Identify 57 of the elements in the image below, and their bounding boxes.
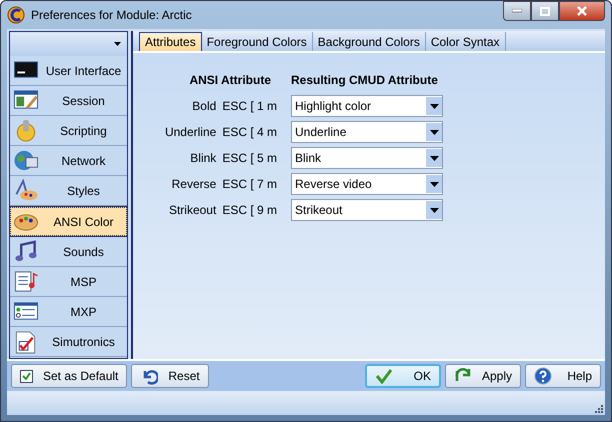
category-icon: [13, 270, 39, 294]
escape-code: ESC [ 4 m: [222, 125, 277, 139]
tab[interactable]: Attributes: [139, 32, 202, 51]
dropdown-caret-icon[interactable]: [114, 42, 121, 46]
resize-grip-icon[interactable]: [595, 405, 603, 413]
column-header: Resulting CMUD Attribute: [291, 73, 439, 87]
sidebar-item[interactable]: Session: [10, 86, 127, 116]
maximize-button[interactable]: [531, 1, 559, 21]
sidebar-item[interactable]: Simutronics: [10, 327, 127, 357]
apply-button[interactable]: Apply: [444, 364, 521, 388]
escape-code: ESC [ 5 m: [222, 151, 277, 165]
attribute-label: Bold: [192, 99, 216, 113]
minimize-icon: [512, 9, 522, 13]
sidebar-item[interactable]: Network: [10, 146, 127, 176]
attribute-label: Reverse: [172, 177, 216, 191]
sidebar-item[interactable]: Sounds: [10, 237, 127, 267]
attribute-label: Blink: [190, 151, 216, 165]
attribute-dropdown[interactable]: Highlight color: [291, 95, 443, 117]
dropdown-arrow-icon: [430, 156, 438, 160]
checkmark-icon: [374, 367, 393, 385]
set-default-button[interactable]: Set as Default: [11, 364, 128, 388]
dropdown-arrow-icon: [430, 208, 438, 212]
attribute-label: Underline: [164, 125, 216, 139]
minimize-button[interactable]: [503, 1, 531, 21]
close-icon: [576, 6, 588, 16]
ok-button[interactable]: OK: [364, 364, 441, 388]
sidebar-item[interactable]: User Interface: [10, 56, 127, 86]
reset-button[interactable]: Reset: [131, 364, 209, 388]
attribute-dropdown[interactable]: Reverse video: [291, 173, 443, 195]
sidebar-item[interactable]: ANSI Color: [9, 206, 128, 237]
sidebar-item[interactable]: MSP: [10, 267, 127, 297]
attribute-dropdown[interactable]: Underline: [291, 121, 443, 143]
escape-code: ESC [ 7 m: [222, 177, 277, 191]
escape-code: ESC [ 1 m: [222, 99, 277, 113]
attribute-dropdown[interactable]: Blink: [291, 147, 443, 169]
tab[interactable]: Foreground Colors: [202, 32, 313, 51]
app-logo-icon: [7, 6, 25, 24]
category-icon: [13, 148, 39, 172]
attribute-label: Strikeout: [168, 203, 216, 217]
sidebar-item[interactable]: MXP: [10, 297, 127, 327]
escape-code: ESC [ 9 m: [222, 203, 277, 217]
column-header: ANSI Attribute: [188, 73, 272, 87]
category-icon: [13, 240, 39, 264]
attribute-dropdown[interactable]: Strikeout: [291, 199, 443, 221]
tab[interactable]: Color Syntax: [426, 32, 506, 51]
help-button[interactable]: Help: [525, 364, 601, 388]
dropdown-arrow-icon: [430, 182, 438, 186]
help-icon: [534, 367, 552, 385]
category-icon: [13, 178, 39, 202]
maximize-icon: [540, 6, 550, 16]
tab[interactable]: Background Colors: [312, 32, 426, 51]
checkbox[interactable]: [20, 370, 33, 382]
dropdown-arrow-icon: [430, 104, 438, 108]
window-title: Preferences for Module: Arctic: [31, 8, 192, 22]
dropdown-arrow-icon: [430, 130, 438, 134]
sidebar-item[interactable]: Scripting: [10, 116, 127, 146]
close-button[interactable]: [559, 1, 605, 21]
